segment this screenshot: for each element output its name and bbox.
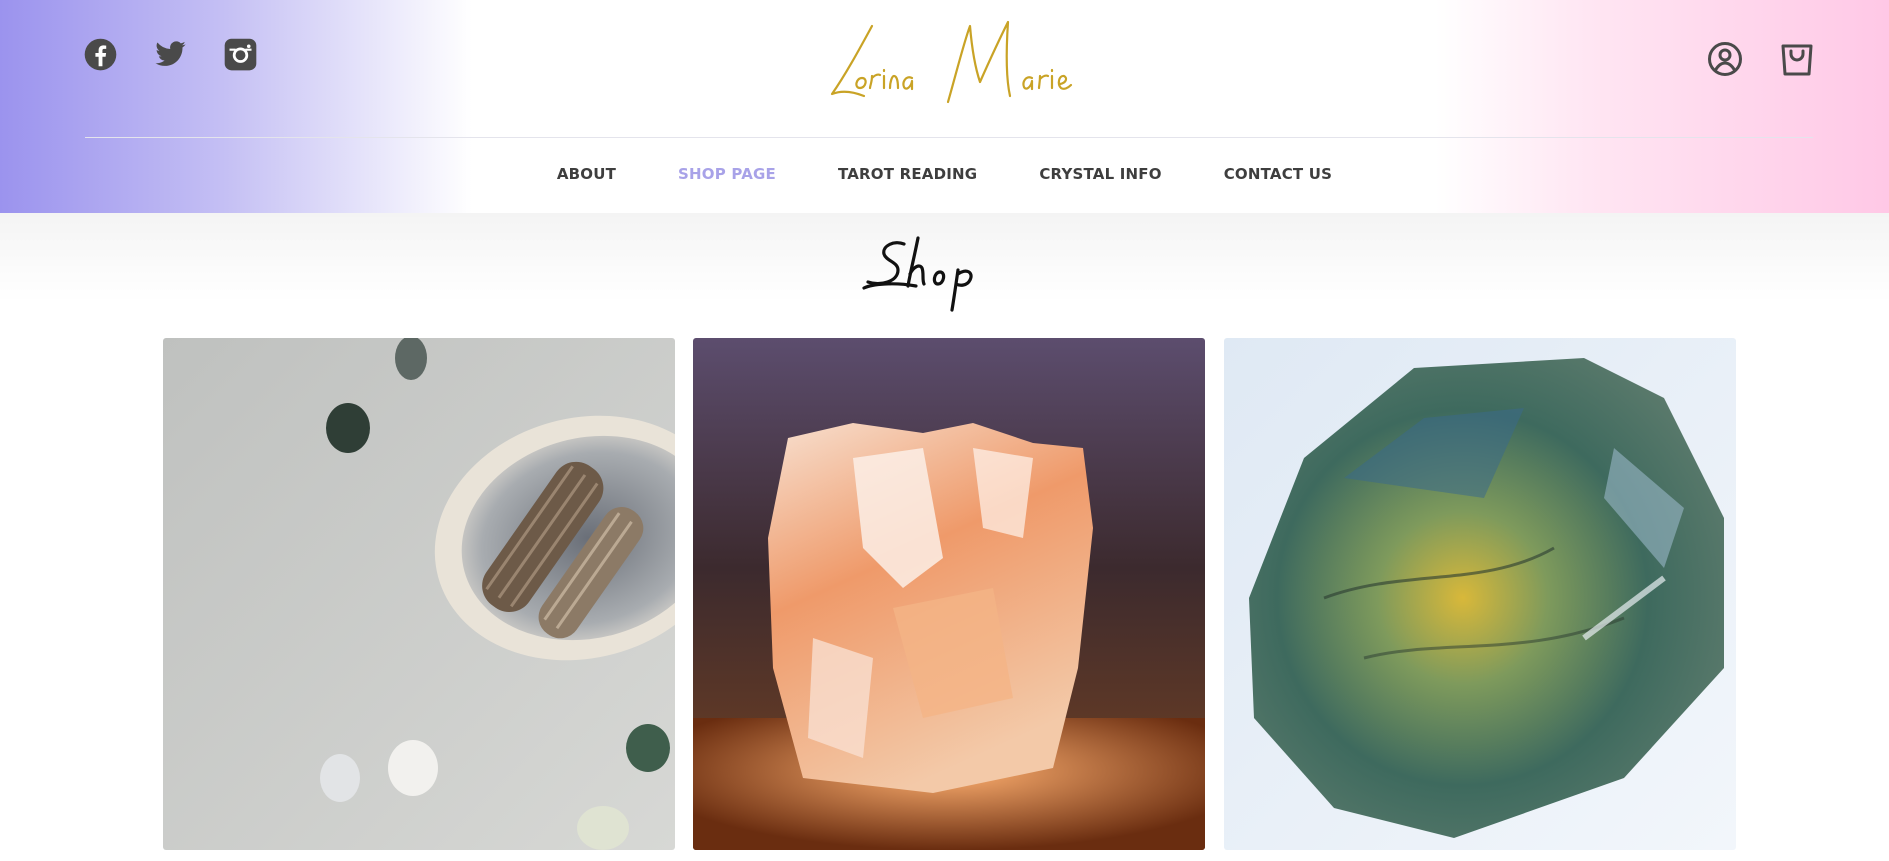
- nav-item-crystal-info[interactable]: CRYSTAL INFO: [1039, 165, 1161, 183]
- brand-logo[interactable]: [820, 12, 1080, 104]
- product-image-sage-shell[interactable]: [163, 338, 675, 850]
- nav-item-contact-us[interactable]: CONTACT US: [1224, 165, 1332, 183]
- user-circle-icon[interactable]: [1707, 40, 1743, 78]
- product-image-orange-calcite[interactable]: [693, 338, 1205, 850]
- nav-item-tarot-reading[interactable]: TAROT READING: [838, 165, 977, 183]
- header-divider: [85, 137, 1813, 138]
- product-grid: [163, 338, 1736, 850]
- twitter-icon[interactable]: [154, 38, 187, 71]
- page-title: [860, 228, 1020, 320]
- nav-item-about[interactable]: ABOUT: [557, 165, 616, 183]
- product-image-labradorite[interactable]: [1224, 338, 1736, 850]
- header-actions: [1707, 40, 1815, 78]
- instagram-icon[interactable]: [224, 38, 257, 71]
- social-links: [84, 38, 257, 71]
- main-nav: ABOUT SHOP PAGE TAROT READING CRYSTAL IN…: [0, 165, 1889, 183]
- site-header: ABOUT SHOP PAGE TAROT READING CRYSTAL IN…: [0, 0, 1889, 213]
- facebook-icon[interactable]: [84, 38, 117, 71]
- shopping-bag-icon[interactable]: [1779, 40, 1815, 78]
- nav-item-shop-page[interactable]: SHOP PAGE: [678, 165, 776, 183]
